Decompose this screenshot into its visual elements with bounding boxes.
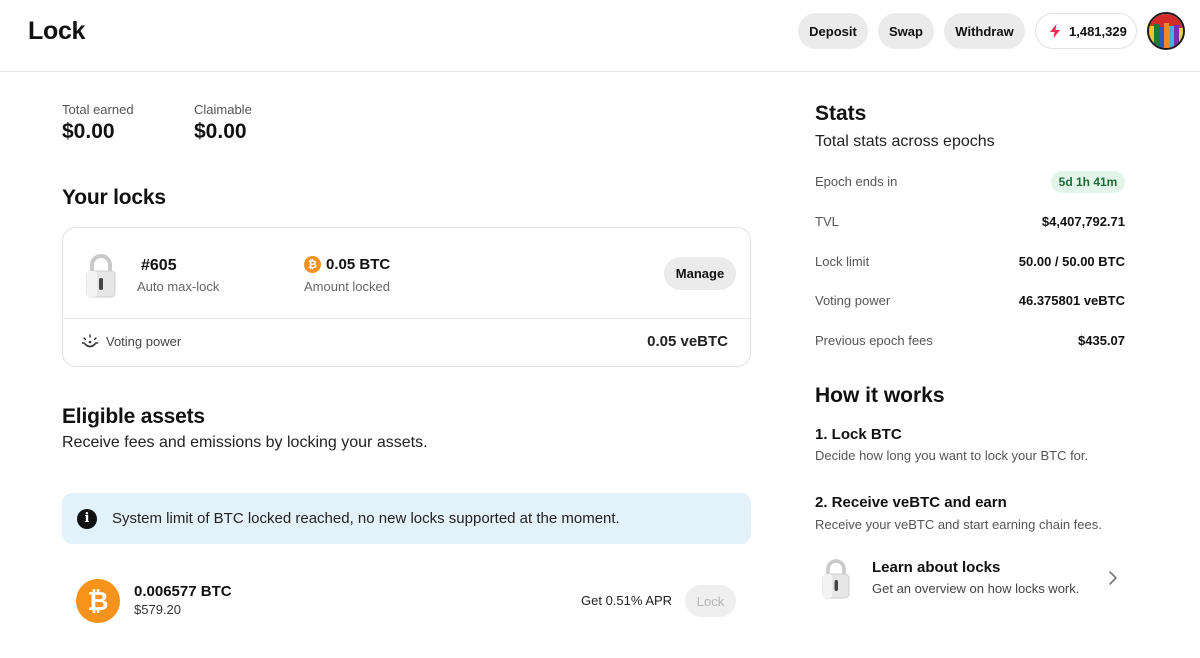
eligible-assets-subtitle: Receive fees and emissions by locking yo… <box>62 434 428 451</box>
bitcoin-icon: ₿ <box>304 256 321 273</box>
chevron-right-icon <box>1109 571 1117 585</box>
bitcoin-icon: ₿ <box>76 579 120 623</box>
deposit-button[interactable]: Deposit <box>798 13 868 49</box>
lock-type: Auto max-lock <box>137 279 220 294</box>
divider <box>63 318 750 319</box>
notice-text: System limit of BTC locked reached, no n… <box>112 510 620 527</box>
asset-usd-value: $579.20 <box>134 602 181 617</box>
top-bar: Lock Deposit Swap Withdraw 1,481,329 <box>0 0 1200 72</box>
swap-button[interactable]: Swap <box>878 13 934 49</box>
lock-limit-value: 50.00 / 50.00 BTC <box>1018 254 1125 269</box>
lock-card: #605 Auto max-lock ₿ 0.05 BTC Amount loc… <box>62 227 751 367</box>
claimable-value: $0.00 <box>194 120 247 143</box>
total-earned-label: Total earned <box>62 102 134 117</box>
voting-power-icon <box>81 334 99 348</box>
asset-apr: Get 0.51% APR <box>581 593 673 608</box>
your-locks-title: Your locks <box>62 186 166 209</box>
learn-title: Learn about locks <box>872 559 1001 576</box>
points-value: 1,481,329 <box>1069 23 1127 39</box>
locked-amount-value: 0.05 BTC <box>326 256 391 273</box>
stats-title: Stats <box>815 102 867 125</box>
info-icon: i <box>77 508 97 529</box>
avatar-image <box>1149 14 1183 48</box>
lock-button[interactable]: Lock <box>685 585 736 617</box>
stats-subtitle: Total stats across epochs <box>815 133 995 150</box>
asset-amount: 0.006577 BTC <box>134 583 232 600</box>
voting-power-label: Voting power <box>106 334 182 349</box>
voting-power-total-value: 46.375801 veBTC <box>1018 293 1125 308</box>
padlock-icon <box>81 252 121 300</box>
learn-desc: Get an overview on how locks work. <box>872 581 1080 596</box>
step-1-desc: Decide how long you want to lock your BT… <box>815 448 1089 463</box>
locked-amount: ₿ 0.05 BTC <box>304 256 390 273</box>
lock-limit-label: Lock limit <box>815 254 870 269</box>
voting-power-total-label: Voting power <box>815 293 891 308</box>
page-title: Lock <box>28 17 86 45</box>
lock-id: #605 <box>141 257 177 274</box>
epoch-countdown-badge: 5d 1h 41m <box>1051 171 1125 193</box>
voting-power-value: 0.05 veBTC <box>647 333 728 350</box>
locked-amount-label: Amount locked <box>304 279 390 294</box>
total-earned-value: $0.00 <box>62 120 115 143</box>
padlock-icon <box>822 559 850 599</box>
notice-banner: i System limit of BTC locked reached, no… <box>62 493 751 544</box>
how-it-works-title: How it works <box>815 384 945 407</box>
withdraw-button[interactable]: Withdraw <box>944 13 1025 49</box>
lightning-icon <box>1050 24 1060 38</box>
epoch-ends-label: Epoch ends in <box>815 174 898 189</box>
step-2-desc: Receive your veBTC and start earning cha… <box>815 517 1102 532</box>
tvl-value: $4,407,792.71 <box>1041 214 1125 229</box>
step-1-title: 1. Lock BTC <box>815 426 902 443</box>
step-2-title: 2. Receive veBTC and earn <box>815 494 1007 511</box>
tvl-label: TVL <box>815 214 839 229</box>
eligible-assets-title: Eligible assets <box>62 405 205 428</box>
manage-button[interactable]: Manage <box>664 257 736 290</box>
learn-about-locks-link[interactable]: Learn about locks Get an overview on how… <box>815 552 1125 608</box>
previous-epoch-fees-label: Previous epoch fees <box>815 333 933 348</box>
claimable-label: Claimable <box>194 102 252 117</box>
previous-epoch-fees-value: $435.07 <box>1078 333 1125 348</box>
avatar[interactable] <box>1147 12 1185 50</box>
points-badge[interactable]: 1,481,329 <box>1035 13 1137 49</box>
